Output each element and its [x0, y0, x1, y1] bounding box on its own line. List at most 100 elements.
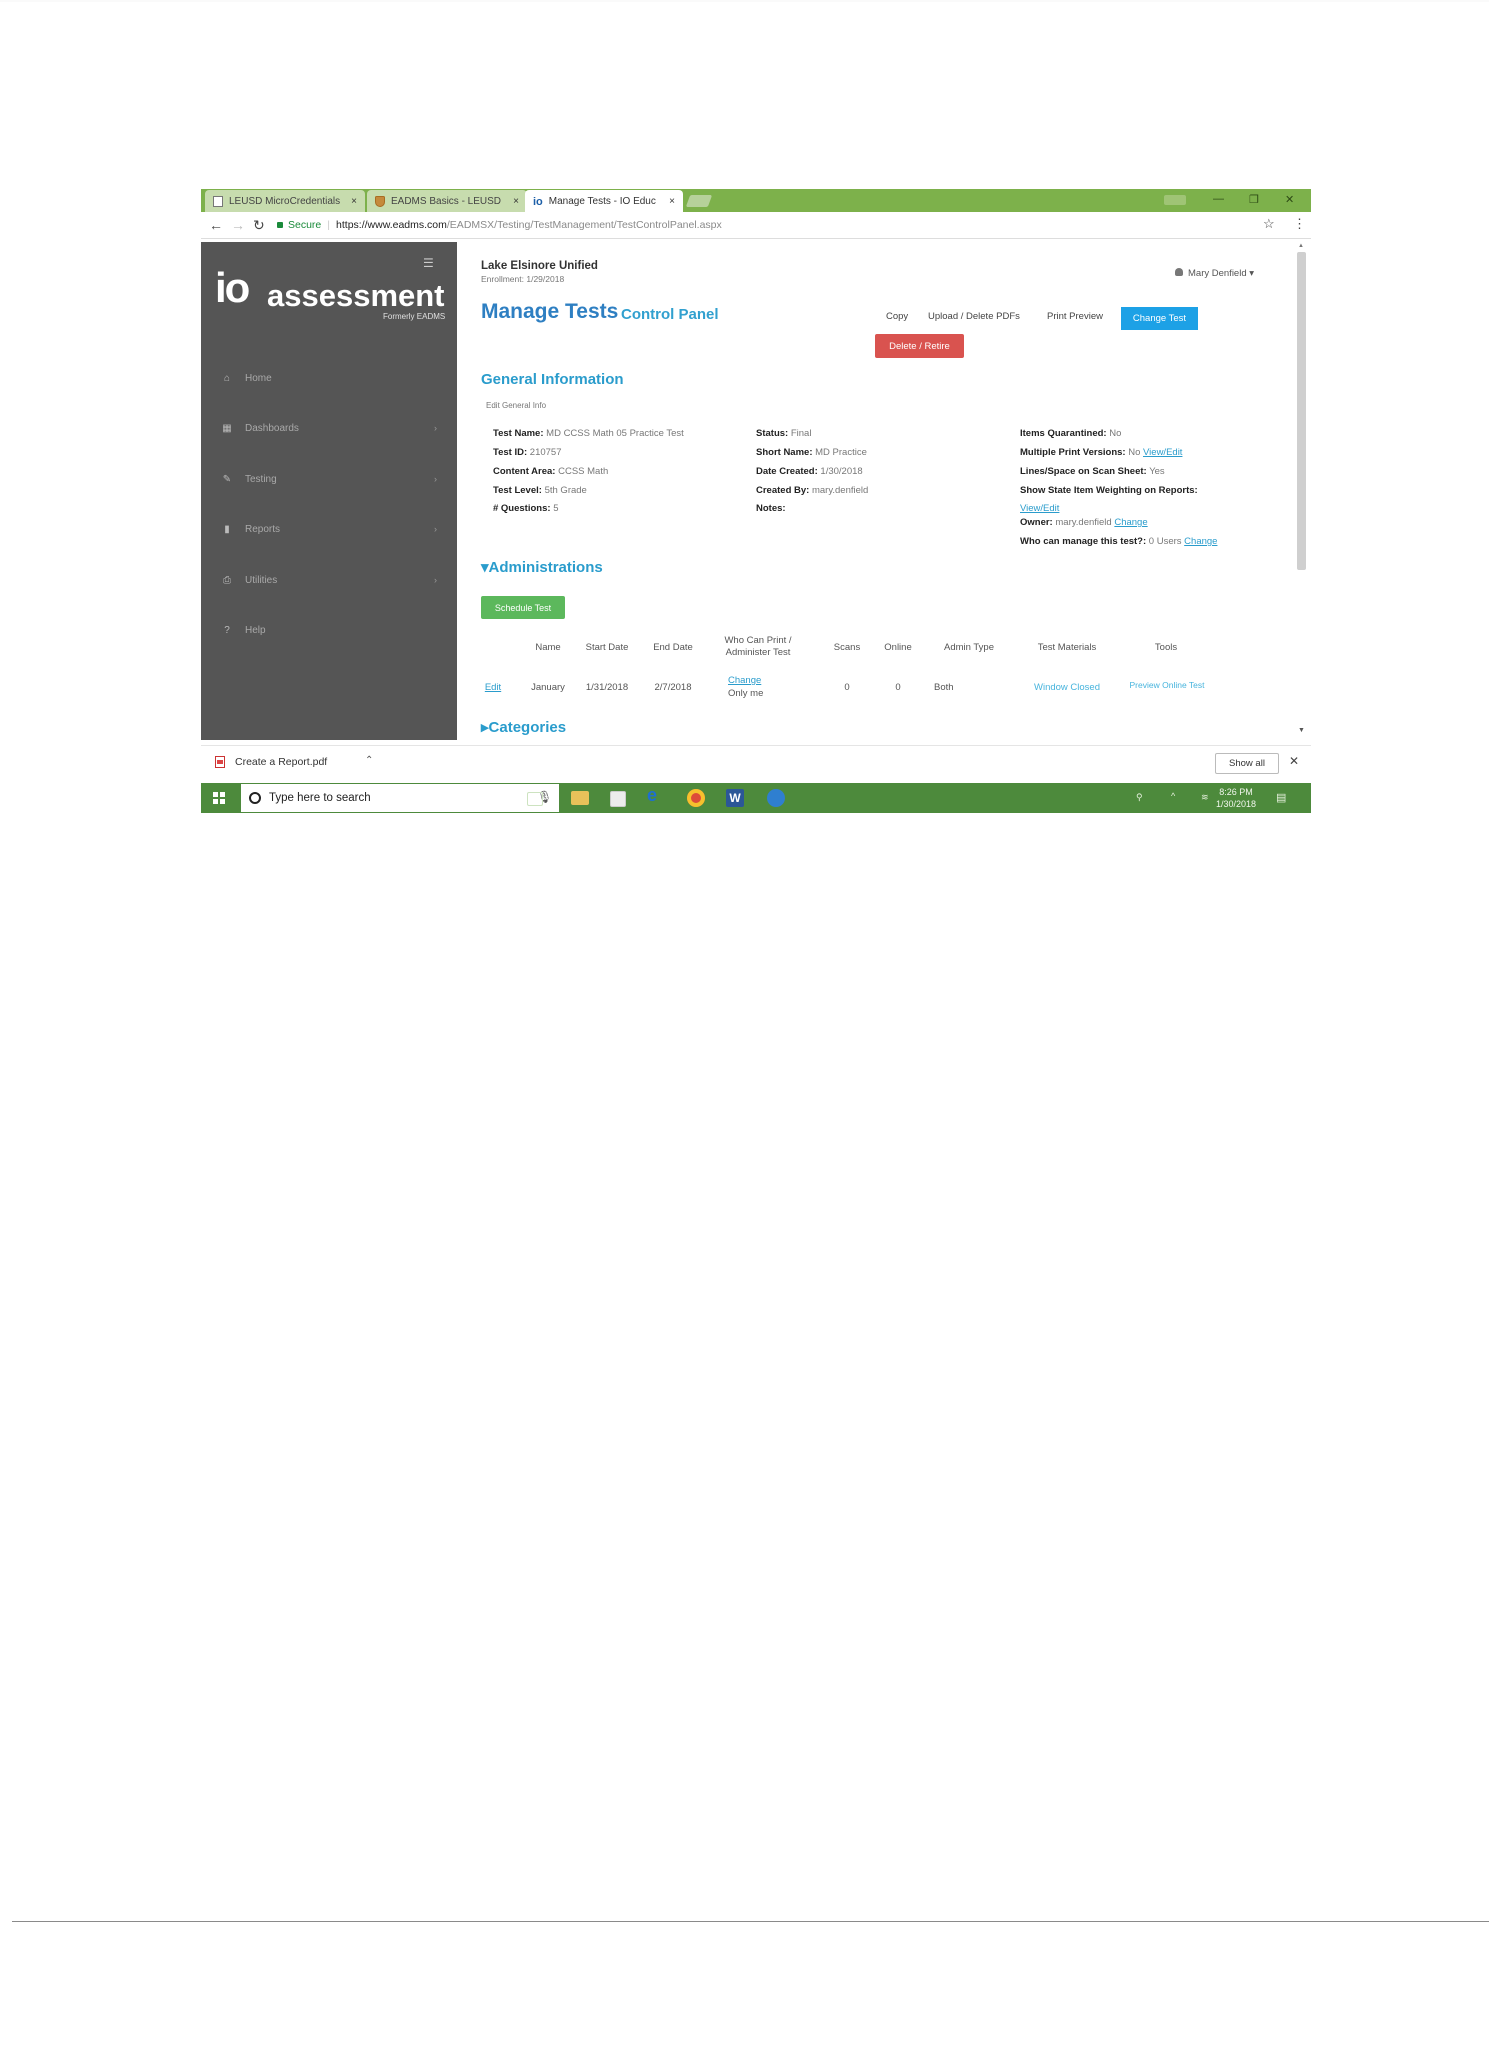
lock-icon	[277, 222, 283, 228]
page-icon	[213, 195, 223, 207]
windows-taskbar: Type here to search 🎙 e W ⚲ ^ ≋ 8:26 PM …	[201, 783, 1311, 813]
print-preview-button[interactable]: Print Preview	[1047, 311, 1103, 322]
admin-who-can-print: Only me	[728, 688, 764, 699]
admin-start-date: 1/31/2018	[585, 682, 629, 693]
chevron-right-icon: ›	[434, 474, 437, 484]
download-bar: Create a Report.pdf ⌃ Show all ✕	[201, 745, 1311, 784]
info-status: Status: Final	[756, 428, 812, 439]
printer-icon: ⎙	[223, 574, 231, 586]
close-icon[interactable]: ×	[345, 196, 357, 207]
taskbar-clock[interactable]: 8:26 PM 1/30/2018	[1216, 786, 1256, 810]
delete-retire-button[interactable]: Delete / Retire	[875, 334, 964, 358]
close-icon[interactable]: ×	[663, 196, 675, 207]
show-all-button[interactable]: Show all	[1215, 753, 1279, 774]
admin-online: 0	[895, 682, 901, 693]
info-multiple-print-versions: Multiple Print Versions: No View/Edit	[1020, 447, 1183, 458]
general-information-heading: General Information	[481, 371, 624, 388]
info-items-quarantined: Items Quarantined: No	[1020, 428, 1122, 439]
change-managers-link[interactable]: Change	[1184, 536, 1217, 547]
close-icon[interactable]: ×	[507, 196, 519, 207]
col-header-tools: Tools	[1154, 642, 1178, 653]
word-icon[interactable]: W	[726, 789, 744, 807]
windows-start-icon[interactable]	[213, 792, 225, 804]
browser-screenshot: LEUSD MicroCredentials × EADMS Basics - …	[201, 189, 1311, 813]
page-subtitle: Control Panel	[621, 306, 719, 323]
scan-top-edge	[0, 0, 1489, 2]
page-scrollbar[interactable]	[1297, 252, 1306, 570]
network-icon[interactable]: ≋	[1201, 792, 1209, 803]
change-owner-link[interactable]: Change	[1114, 517, 1147, 528]
change-who-can-print-link[interactable]: Change	[728, 675, 761, 686]
sidebar: io assessment Formerly EADMS ☰ ⌂ Home ▦ …	[201, 242, 457, 740]
minimize-icon[interactable]: —	[1213, 193, 1224, 205]
schedule-test-button[interactable]: Schedule Test	[481, 596, 565, 619]
new-tab-button[interactable]	[685, 195, 713, 207]
col-header-online: Online	[884, 642, 912, 653]
window-close-icon[interactable]: ✕	[1285, 193, 1294, 206]
sidebar-item-home[interactable]: ⌂ Home	[201, 368, 457, 388]
browser-menu-icon[interactable]: ⋮	[1293, 216, 1306, 232]
admin-name: January	[531, 682, 565, 693]
chrome-icon[interactable]	[687, 789, 705, 807]
store-icon[interactable]	[610, 791, 626, 807]
preview-online-test-link[interactable]: Preview Online Test	[1117, 680, 1217, 690]
col-header-end-date: End Date	[653, 642, 693, 653]
administrations-heading[interactable]: ▾Administrations	[481, 558, 603, 576]
close-icon[interactable]: ✕	[1289, 754, 1299, 768]
hamburger-menu-icon[interactable]: ☰	[423, 256, 434, 270]
chevron-up-icon[interactable]: ⌃	[365, 755, 373, 766]
scroll-up-arrow-icon[interactable]: ▲	[1298, 243, 1304, 249]
address-bar: ← → ↻ Secure | https://www.eadms.com /EA…	[201, 212, 1311, 239]
help-icon: ?	[224, 624, 230, 636]
col-header-test-materials: Test Materials	[1037, 642, 1097, 653]
change-test-button[interactable]: Change Test	[1121, 307, 1198, 330]
reload-icon[interactable]: ↻	[253, 217, 265, 234]
tab-leusd-microcredentials[interactable]: LEUSD MicroCredentials ×	[205, 190, 365, 212]
edit-general-info-link[interactable]: Edit General Info	[486, 401, 546, 410]
categories-heading[interactable]: ▸Categories	[481, 718, 566, 736]
page-title: Manage Tests	[481, 300, 619, 323]
edit-administration-link[interactable]: Edit	[481, 682, 505, 693]
info-notes: Notes:	[756, 503, 786, 514]
tab-eadms-basics[interactable]: EADMS Basics - LEUSD ×	[367, 190, 527, 212]
chevron-up-icon[interactable]: ^	[1171, 791, 1175, 801]
notifications-icon[interactable]: ▤	[1276, 791, 1286, 804]
view-edit-link[interactable]: View/Edit	[1143, 447, 1182, 458]
file-explorer-icon[interactable]	[571, 791, 589, 805]
io-logo-icon: io	[533, 195, 543, 208]
sidebar-item-help[interactable]: ? Help	[201, 620, 457, 640]
tab-manage-tests[interactable]: io Manage Tests - IO Educ ×	[525, 190, 683, 212]
taskbar-search-box[interactable]: Type here to search 🎙	[241, 784, 559, 812]
back-arrow-icon[interactable]: ←	[209, 217, 223, 233]
info-test-level: Test Level: 5th Grade	[493, 485, 587, 496]
admin-type: Both	[934, 682, 954, 693]
upload-delete-pdfs-button[interactable]: Upload / Delete PDFs	[928, 311, 1020, 322]
url-field[interactable]: Secure | https://www.eadms.com /EADMSX/T…	[277, 216, 1277, 234]
info-state-item-weighting: Show State Item Weighting on Reports:	[1020, 485, 1198, 496]
enrollment-date: Enrollment: 1/29/2018	[481, 274, 565, 284]
user-menu[interactable]: Mary Denfield ▾	[1175, 268, 1254, 279]
view-edit-link[interactable]: View/Edit	[1020, 503, 1059, 514]
download-item[interactable]: Create a Report.pdf	[215, 756, 327, 768]
info-lines-space: Lines/Space on Scan Sheet: Yes	[1020, 466, 1165, 477]
sidebar-item-reports[interactable]: ▮ Reports ›	[201, 519, 457, 539]
forward-arrow-icon[interactable]: →	[231, 217, 245, 233]
bookmark-star-icon[interactable]: ☆	[1263, 216, 1275, 232]
sidebar-item-utilities[interactable]: ⎙ Utilities ›	[201, 570, 457, 590]
task-view-icon[interactable]	[527, 792, 543, 806]
scroll-down-arrow-icon[interactable]: ▼	[1298, 727, 1305, 734]
edge-icon[interactable]: e	[647, 785, 665, 805]
sidebar-item-dashboards[interactable]: ▦ Dashboards ›	[201, 418, 457, 438]
restore-icon[interactable]: ❐	[1249, 193, 1259, 206]
chevron-right-icon: ›	[434, 423, 437, 433]
io-assessment-logo[interactable]: io assessment Formerly EADMS	[215, 264, 445, 321]
info-test-name: Test Name: MD CCSS Math 05 Practice Test	[493, 428, 684, 439]
user-icon	[1175, 268, 1183, 276]
copy-button[interactable]: Copy	[886, 311, 908, 322]
people-icon[interactable]: ⚲	[1136, 792, 1143, 803]
profile-button[interactable]	[1164, 195, 1186, 205]
col-header-scans: Scans	[833, 642, 861, 653]
sidebar-item-testing[interactable]: ✎ Testing ›	[201, 469, 457, 489]
app-icon[interactable]	[767, 789, 785, 807]
info-test-id: Test ID: 210757	[493, 447, 562, 458]
